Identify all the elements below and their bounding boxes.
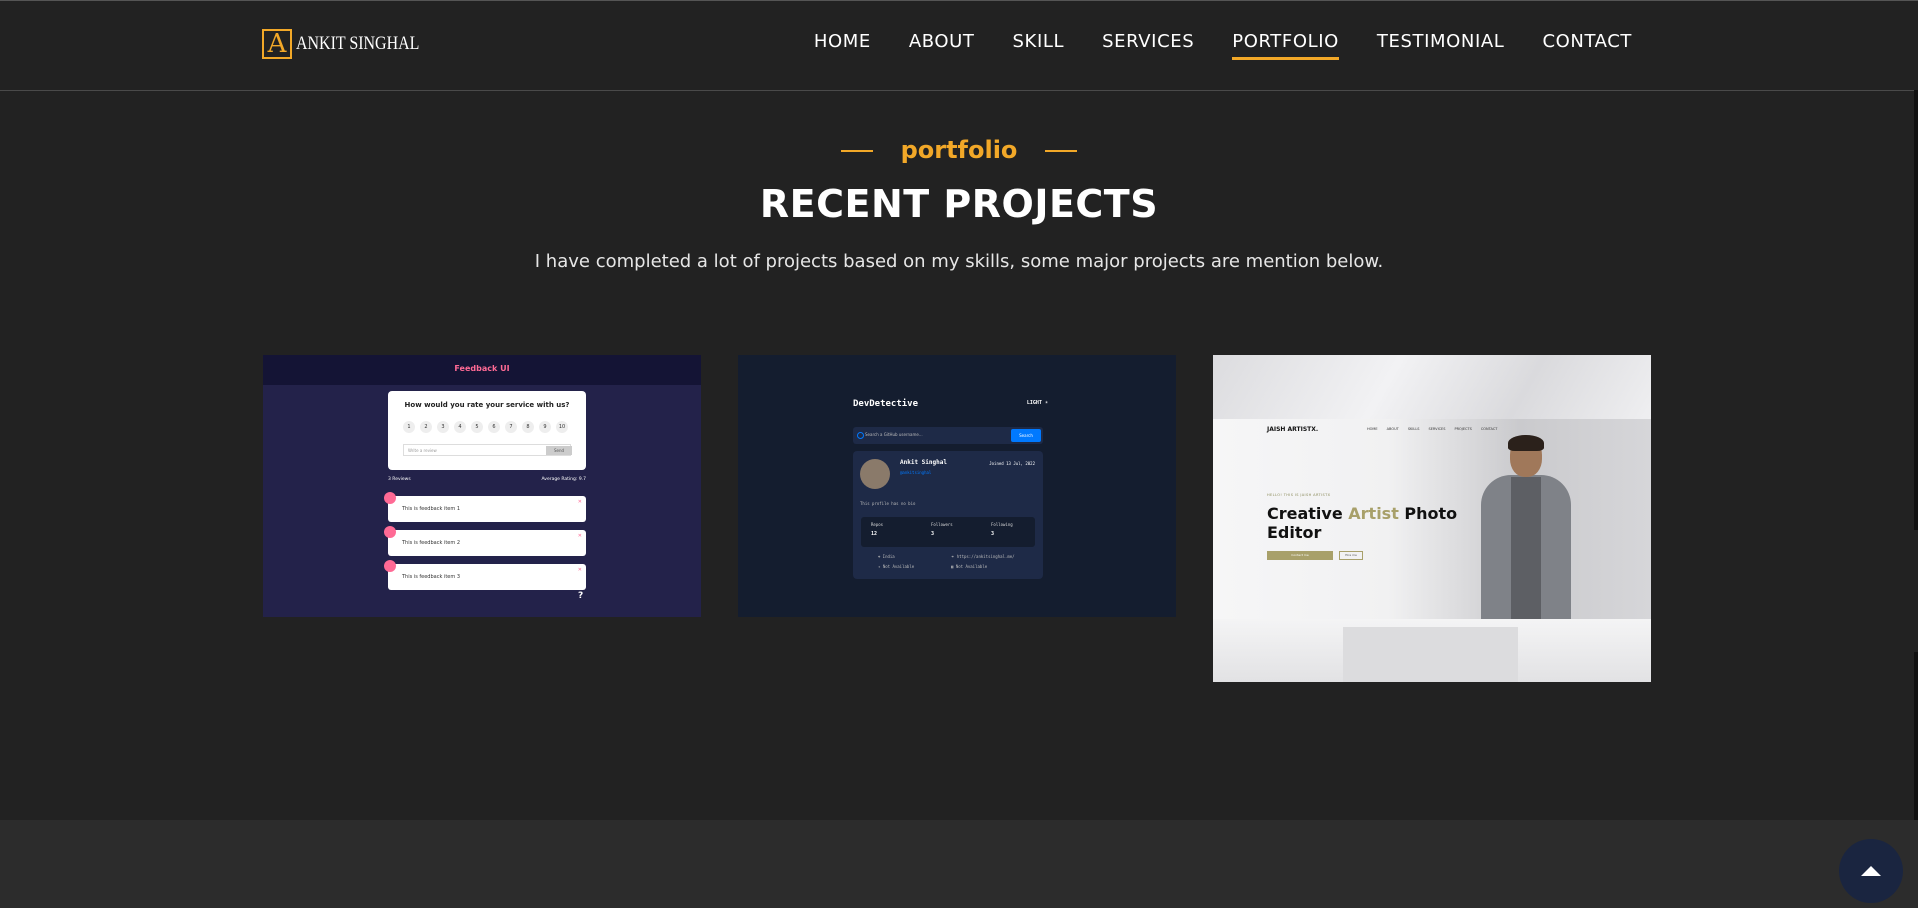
review-count: 3 Reviews (388, 477, 411, 482)
rating-option: 5 (471, 421, 483, 433)
arrow-up-icon (1861, 866, 1881, 876)
preview-menu-item: HOME (1367, 427, 1378, 431)
profile-links-left: ⌖ India ✦ Not Available (878, 552, 914, 572)
rating-option: 7 (505, 421, 517, 433)
logo-text: ANKIT SINGHAL (296, 33, 420, 54)
stats-box: Repos 12 Followers 3 Following 3 (861, 517, 1035, 547)
rating-option: 8 (522, 421, 534, 433)
profile-links-right: ⚭ https://ankitsinghal.me/ ▦ Not Availab… (951, 552, 1015, 572)
preview-menu-item: PROJECTS (1454, 427, 1472, 431)
rating-option: 1 (403, 421, 415, 433)
stat-repos: Repos 12 (871, 522, 884, 537)
rating-option: 2 (420, 421, 432, 433)
next-section (0, 820, 1918, 908)
user-name: Ankit Singhal (900, 459, 947, 466)
eyebrow-text: portfolio (900, 136, 1018, 164)
preview-primary-button: Contact me (1267, 551, 1333, 560)
feedback-item: This is feedback item 3 ✕ (384, 560, 586, 590)
nav-home[interactable]: HOME (814, 31, 871, 58)
pedestal-image (1343, 627, 1518, 682)
rating-option: 9 (539, 421, 551, 433)
avatar (860, 459, 890, 489)
back-to-top-button[interactable] (1839, 839, 1903, 903)
eyebrow-dash-left (840, 150, 873, 152)
average-rating: Average Rating: 9.7 (541, 477, 586, 482)
section-subtitle: I have completed a lot of projects based… (534, 251, 1384, 272)
site-header: A ANKIT SINGHAL HOME ABOUT SKILL SERVICE… (0, 1, 1918, 91)
nav-portfolio[interactable]: PORTFOLIO (1232, 31, 1339, 60)
preview-secondary-button: Hire me (1339, 551, 1363, 560)
preview-menu-item: SERVICES (1428, 427, 1446, 431)
feedback-item: This is feedback item 2 ✕ (384, 526, 586, 556)
portrait-image (1475, 435, 1575, 619)
nav-about[interactable]: ABOUT (909, 31, 975, 58)
rating-option: 3 (437, 421, 449, 433)
section-eyebrow: portfolio (0, 136, 1918, 164)
rating-option: 10 (556, 421, 568, 433)
preview-menu-item: CONTACT (1480, 427, 1498, 431)
feedback-stats: 3 Reviews Average Rating: 9.7 (388, 477, 586, 482)
website: ⚭ https://ankitsinghal.me/ (951, 554, 1015, 559)
feedback-item-text: This is feedback item 2 (402, 540, 461, 546)
project-card-devdetective[interactable]: DevDetective LIGHT ☀ Search a GitHub use… (738, 355, 1176, 617)
devdetective-title: DevDetective (853, 399, 919, 409)
nav-services[interactable]: SERVICES (1102, 31, 1194, 58)
rating-option: 4 (454, 421, 466, 433)
preview-menu-item: ABOUT (1386, 427, 1399, 431)
profile-card: Ankit Singhal @ankitsinghal Joined 13 Ju… (853, 451, 1043, 579)
send-button: Send (546, 446, 572, 455)
scrollbar-track-lower[interactable] (1914, 652, 1918, 822)
user-handle: @ankitsinghal (900, 470, 932, 475)
eyebrow-dash-right (1045, 150, 1078, 152)
feedback-item-text: This is feedback item 3 (402, 574, 461, 580)
rating-badge (384, 526, 396, 538)
project-card-feedback-ui[interactable]: Feedback UI How would you rate your serv… (263, 355, 701, 617)
company: ▦ Not Available (951, 564, 988, 569)
location: ⌖ India (878, 554, 895, 559)
main-nav: HOME ABOUT SKILL SERVICES PORTFOLIO TEST… (776, 31, 1632, 60)
feedback-topbar: Feedback UI (263, 355, 701, 385)
preview-background-top (1213, 355, 1651, 419)
preview-kicker: HELLO! THIS IS JAISH ARTISTX (1267, 493, 1331, 497)
nav-contact[interactable]: CONTACT (1542, 31, 1632, 58)
preview-menu: HOME ABOUT SKILLS SERVICES PROJECTS CONT… (1367, 427, 1497, 431)
scrollbar-track[interactable] (1914, 90, 1918, 530)
logo[interactable]: A ANKIT SINGHAL (262, 29, 443, 59)
close-icon: ✕ (577, 533, 582, 539)
feedback-question: How would you rate your service with us? (404, 401, 570, 409)
search-icon (857, 432, 864, 439)
theme-toggle: LIGHT ☀ (1026, 400, 1048, 406)
twitter: ✦ Not Available (878, 564, 915, 569)
stat-following: Following 3 (991, 522, 1013, 537)
search-placeholder: Search a GitHub username... (865, 432, 923, 437)
feedback-title: Feedback UI (454, 364, 510, 373)
joined-date: Joined 13 Jul, 2022 (989, 461, 1035, 466)
stat-followers: Followers 3 (931, 522, 953, 537)
logo-mark: A (262, 29, 292, 59)
preview-headline: Creative Artist Photo Editor (1267, 504, 1458, 542)
preview-brand: JAISH ARTISTX. (1267, 426, 1319, 433)
rating-option: 6 (488, 421, 500, 433)
rating-badge (384, 492, 396, 504)
nav-skill[interactable]: SKILL (1013, 31, 1065, 58)
help-icon: ? (578, 591, 584, 601)
github-search: Search a GitHub username... Search (853, 427, 1043, 444)
portrait-shirt (1511, 477, 1541, 619)
close-icon: ✕ (577, 499, 582, 505)
section-title: RECENT PROJECTS (759, 182, 1159, 226)
close-icon: ✕ (577, 567, 582, 573)
feedback-item: This is feedback item 1 ✕ (384, 492, 586, 522)
rating-options: 1 2 3 4 5 6 7 8 9 10 (403, 421, 568, 433)
user-bio: This profile has no bio (860, 501, 916, 506)
project-card-photo-editor[interactable]: JAISH ARTISTX. HOME ABOUT SKILLS SERVICE… (1213, 355, 1651, 682)
preview-menu-item: SKILLS (1407, 427, 1420, 431)
nav-testimonial[interactable]: TESTIMONIAL (1377, 31, 1505, 58)
rating-badge (384, 560, 396, 572)
feedback-panel: How would you rate your service with us?… (388, 391, 586, 470)
feedback-item-text: This is feedback item 1 (402, 506, 461, 512)
search-button: Search (1011, 429, 1041, 442)
portrait-hair (1508, 435, 1544, 451)
